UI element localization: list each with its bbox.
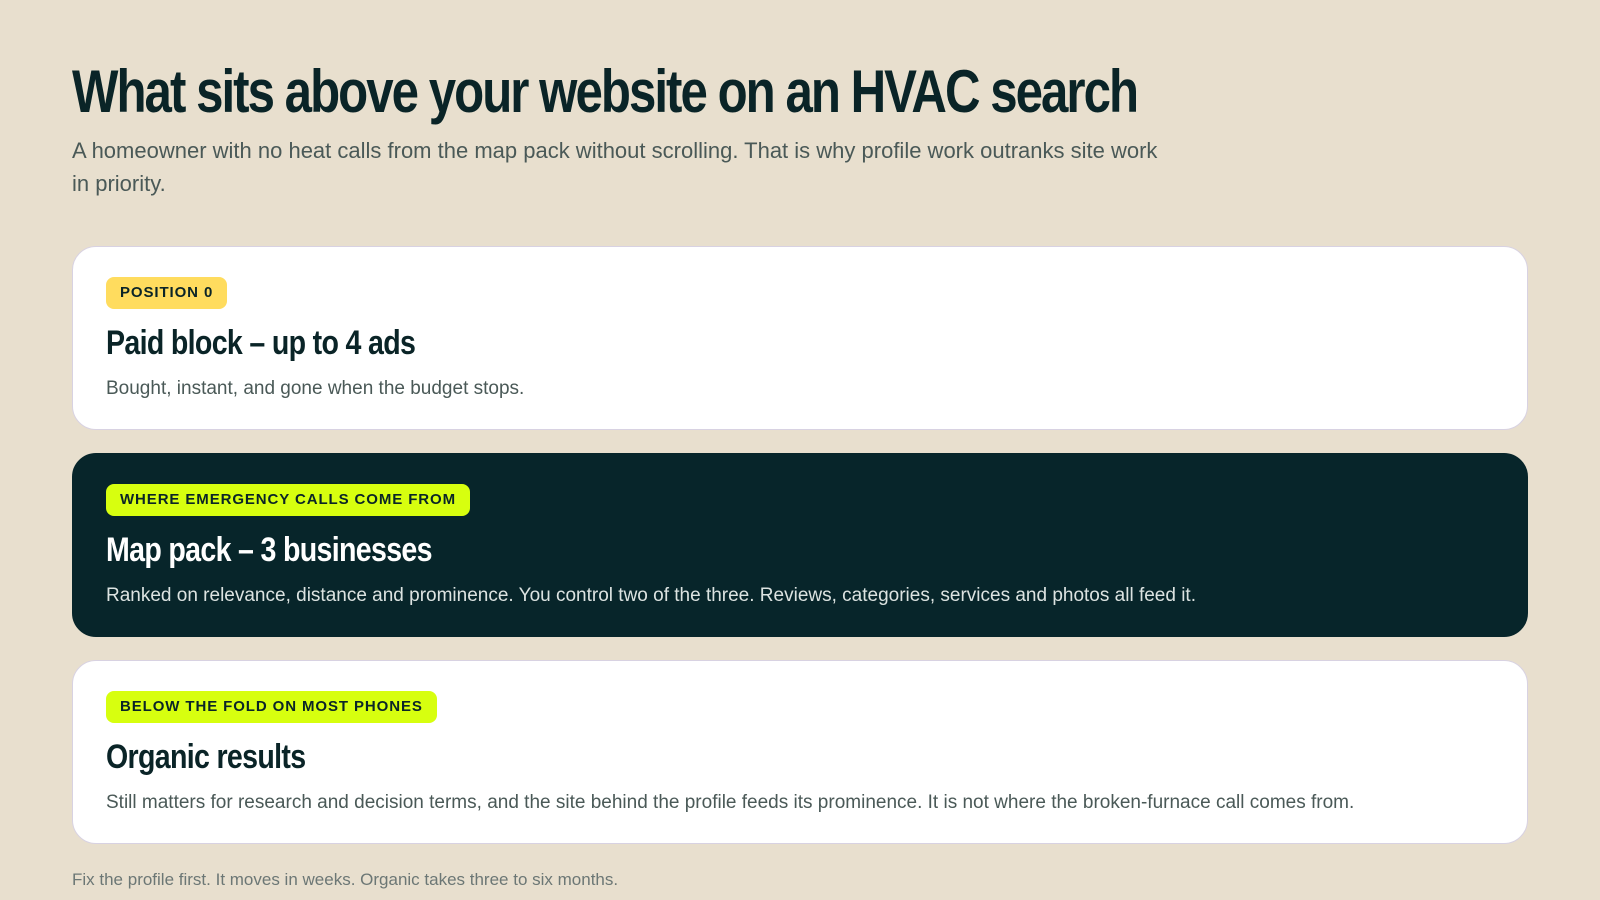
paid-block-title: Paid block – up to 4 ads <box>106 324 416 362</box>
organic-results-title: Organic results <box>106 738 306 776</box>
map-pack-description: Ranked on relevance, distance and promin… <box>106 585 1196 606</box>
paid-block-card: POSITION 0 Paid block – up to 4 ads Boug… <box>72 246 1528 430</box>
map-pack-title: Map pack – 3 businesses <box>106 531 433 569</box>
organic-results-description: Still matters for research and decision … <box>106 792 1355 813</box>
map-pack-card: WHERE EMERGENCY CALLS COME FROM Map pack… <box>72 453 1528 637</box>
page-title: What sits above your website on an HVAC … <box>72 58 1139 125</box>
organic-results-card: BELOW THE FOLD ON MOST PHONES Organic re… <box>72 660 1528 844</box>
position-badge: POSITION 0 <box>106 277 228 309</box>
below-fold-badge: BELOW THE FOLD ON MOST PHONES <box>106 691 437 723</box>
paid-block-description: Bought, instant, and gone when the budge… <box>106 378 525 399</box>
emergency-calls-badge: WHERE EMERGENCY CALLS COME FROM <box>106 484 470 516</box>
page-subtitle: A homeowner with no heat calls from the … <box>72 138 1158 196</box>
footnote: Fix the profile first. It moves in weeks… <box>72 870 619 889</box>
